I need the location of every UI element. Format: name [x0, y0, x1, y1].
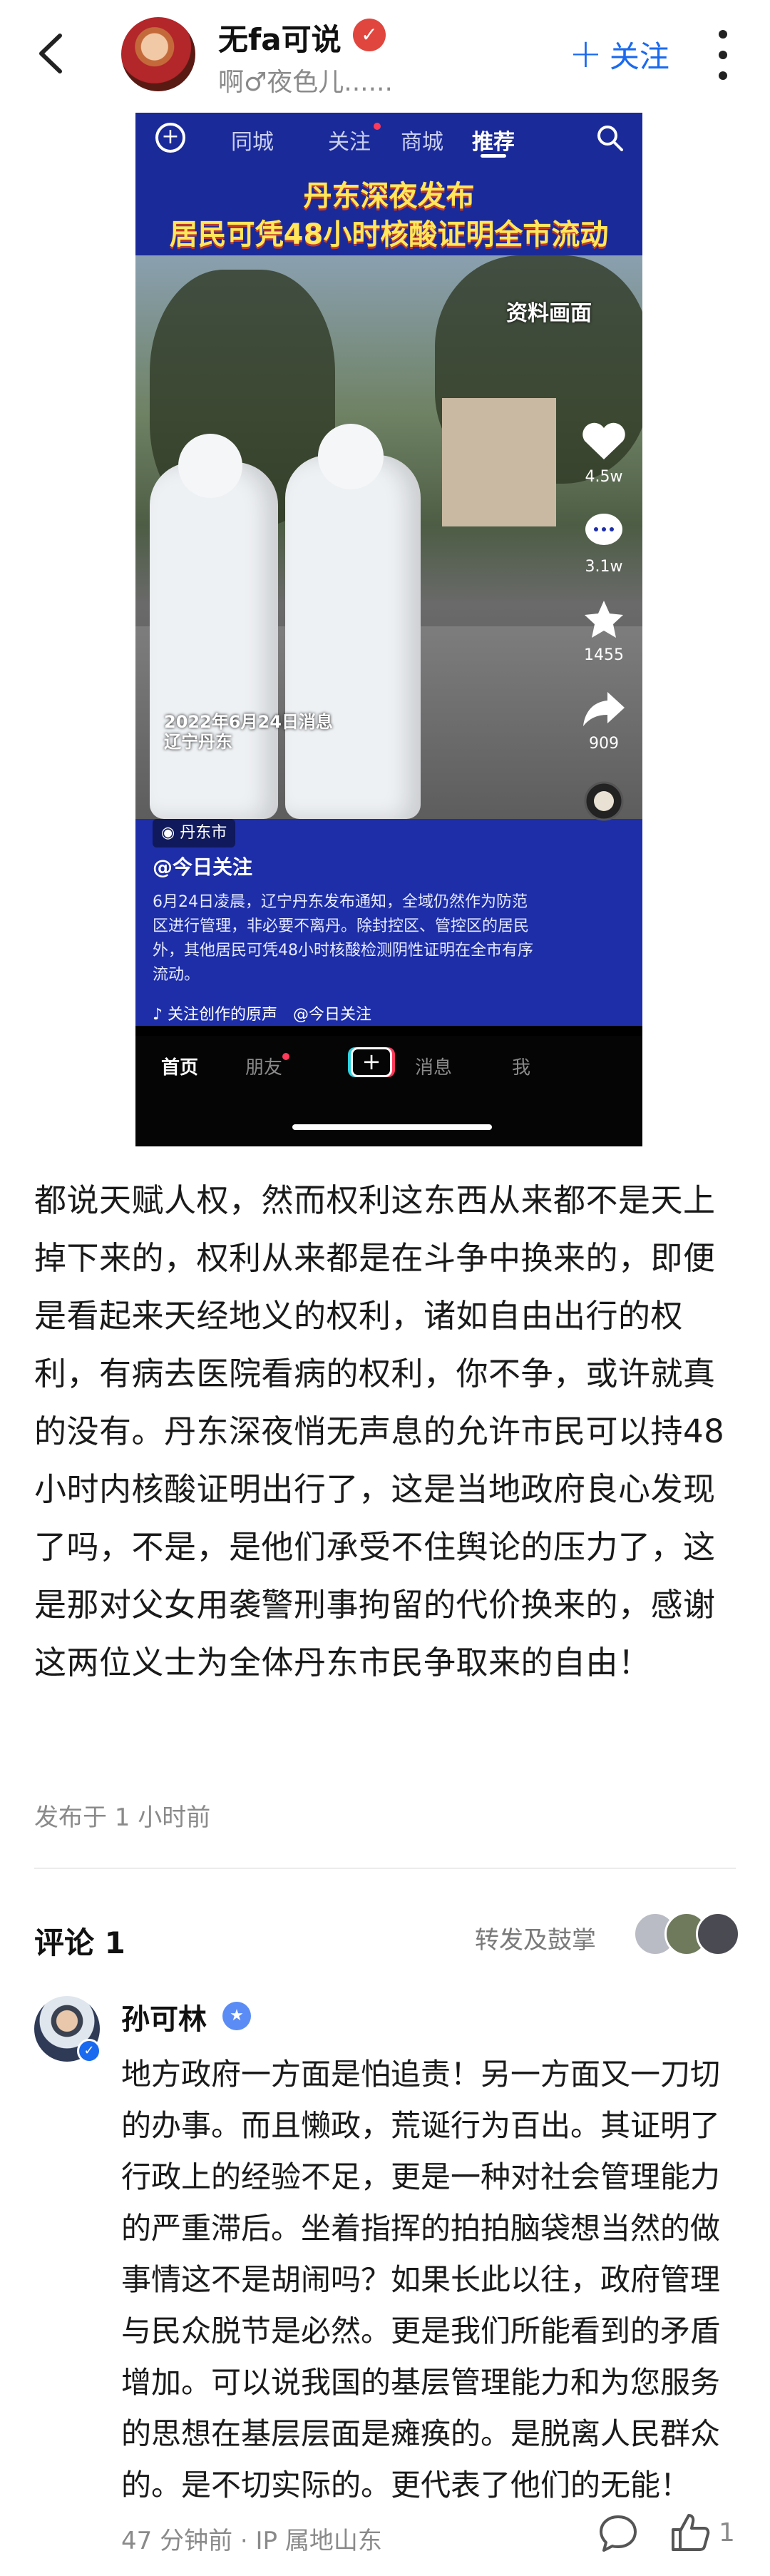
reply-button[interactable]: [597, 2513, 639, 2554]
follow-label: 关注: [609, 39, 669, 74]
video-headline: 丹东深夜发布 居民可凭48小时核酸证明全市流动: [135, 177, 642, 254]
thumbs-up-icon: [672, 2514, 710, 2551]
comment-meta: 47 分钟前 · IP 属地山东: [121, 2527, 382, 2555]
more-options-button[interactable]: [716, 30, 730, 80]
worker-head: [318, 424, 384, 489]
post-time: 发布于 1 小时前: [34, 1803, 211, 1832]
video-description: 6月24日凌晨，辽宁丹东发布通知，全域仍然作为防范区进行管理，非必要不离丹。除封…: [153, 893, 533, 984]
avatar: [696, 1912, 740, 1956]
photo-tag: 资料画面: [506, 301, 592, 326]
plus-icon: +: [569, 31, 602, 77]
notification-dot: [282, 1053, 289, 1060]
repost-avatars[interactable]: [633, 1912, 740, 1956]
tab-indicator: [481, 154, 506, 158]
likes-action: 4.5w: [572, 419, 636, 486]
comment-like-count: 1: [719, 2518, 735, 2547]
author-avatar[interactable]: [121, 17, 195, 91]
video-tab-mall: 商城: [401, 130, 443, 155]
worker-figure: [150, 462, 278, 819]
post-body: 都说天赋人权，然而权利这东西从来都不是天上掉下来的，权利从来都是在斗争中换来的，…: [34, 1181, 725, 1681]
share-arrow-icon: [583, 692, 625, 726]
follow-button[interactable]: + 关注: [569, 33, 669, 76]
location-badge: ◉ 丹东市: [153, 819, 236, 847]
location-label: 丹东市: [180, 824, 227, 842]
music-disc: [572, 780, 636, 825]
nav-home: 首页: [161, 1057, 199, 1079]
video-account: @今日关注: [153, 855, 253, 879]
more-dot-icon: [719, 51, 727, 59]
building: [442, 398, 556, 526]
heart-icon: [582, 422, 625, 459]
headline-line-1: 丹东深夜发布: [303, 180, 475, 213]
divider: [34, 1868, 736, 1869]
worker-figure: [285, 455, 421, 819]
worker-head: [178, 434, 242, 498]
more-dot-icon: [719, 71, 727, 80]
author-name[interactable]: 无fa可说: [218, 16, 342, 59]
search-icon: [597, 126, 623, 151]
comment-bubble-icon: [600, 2515, 637, 2552]
home-indicator: [292, 1124, 492, 1130]
video-tab-recommend: 推荐: [472, 130, 515, 155]
repost-and-applause-link[interactable]: 转发及鼓掌: [475, 1920, 596, 1955]
more-dot-icon: [719, 30, 727, 39]
level-badge-icon: ★: [222, 2002, 251, 2030]
nav-messages: 消息: [415, 1057, 453, 1079]
like-button[interactable]: [670, 2511, 710, 2552]
star-icon: [585, 601, 623, 638]
video-tab-nearby: 同城: [231, 130, 274, 155]
comments-title: 评论 1: [34, 1925, 125, 1960]
photo-date: 2022年6月24日消息 辽宁丹东: [164, 712, 333, 752]
photo-date-line-1: 2022年6月24日消息: [164, 712, 333, 732]
notification-dot: [374, 123, 381, 130]
chevron-left-icon: [39, 34, 62, 73]
post-image[interactable]: + 同城 关注 商城 推荐 丹东深夜发布 居民可凭48小时核酸证明全市流动 资料…: [135, 113, 642, 1146]
favorites-action: 1455: [572, 598, 636, 664]
share-action: 909: [572, 686, 636, 753]
comments-action: 3.1w: [572, 509, 636, 576]
video-music: ♪ 关注创作的原声 @今日关注: [153, 1006, 372, 1024]
create-icon: +: [351, 1047, 392, 1077]
add-circle-icon: +: [155, 123, 185, 153]
video-frame: 资料画面 2022年6月24日消息 辽宁丹东: [135, 255, 642, 819]
nav-friends: 朋友: [245, 1057, 283, 1079]
comments-count: 3.1w: [585, 558, 623, 576]
comment-text: 地方政府一方面是怕追责！另一方面又一刀切的办事。而且懒政，荒诞行为百出。其证明了…: [121, 2057, 721, 2503]
shares-count: 909: [589, 735, 619, 753]
headline-line-2: 居民可凭48小时核酸证明全市流动: [169, 218, 609, 251]
photo-date-line-2: 辽宁丹东: [164, 732, 232, 752]
top-bar: 无fa可说 ✓ 啊♂夜色儿...... + 关注: [0, 0, 770, 107]
back-button[interactable]: [31, 29, 74, 78]
favorites-count: 1455: [584, 646, 624, 664]
author-signature: 啊♂夜色儿......: [218, 68, 393, 97]
nav-me: 我: [512, 1057, 531, 1079]
likes-count: 4.5w: [585, 468, 623, 486]
verified-check-icon: ✓: [77, 2039, 101, 2063]
music-disc-icon: [584, 781, 624, 821]
video-tab-following: 关注: [328, 130, 371, 155]
commenter-name[interactable]: 孙可林: [121, 1996, 207, 2037]
comment-bubble-icon: [585, 514, 622, 545]
verified-badge-icon: ✓: [353, 19, 386, 51]
